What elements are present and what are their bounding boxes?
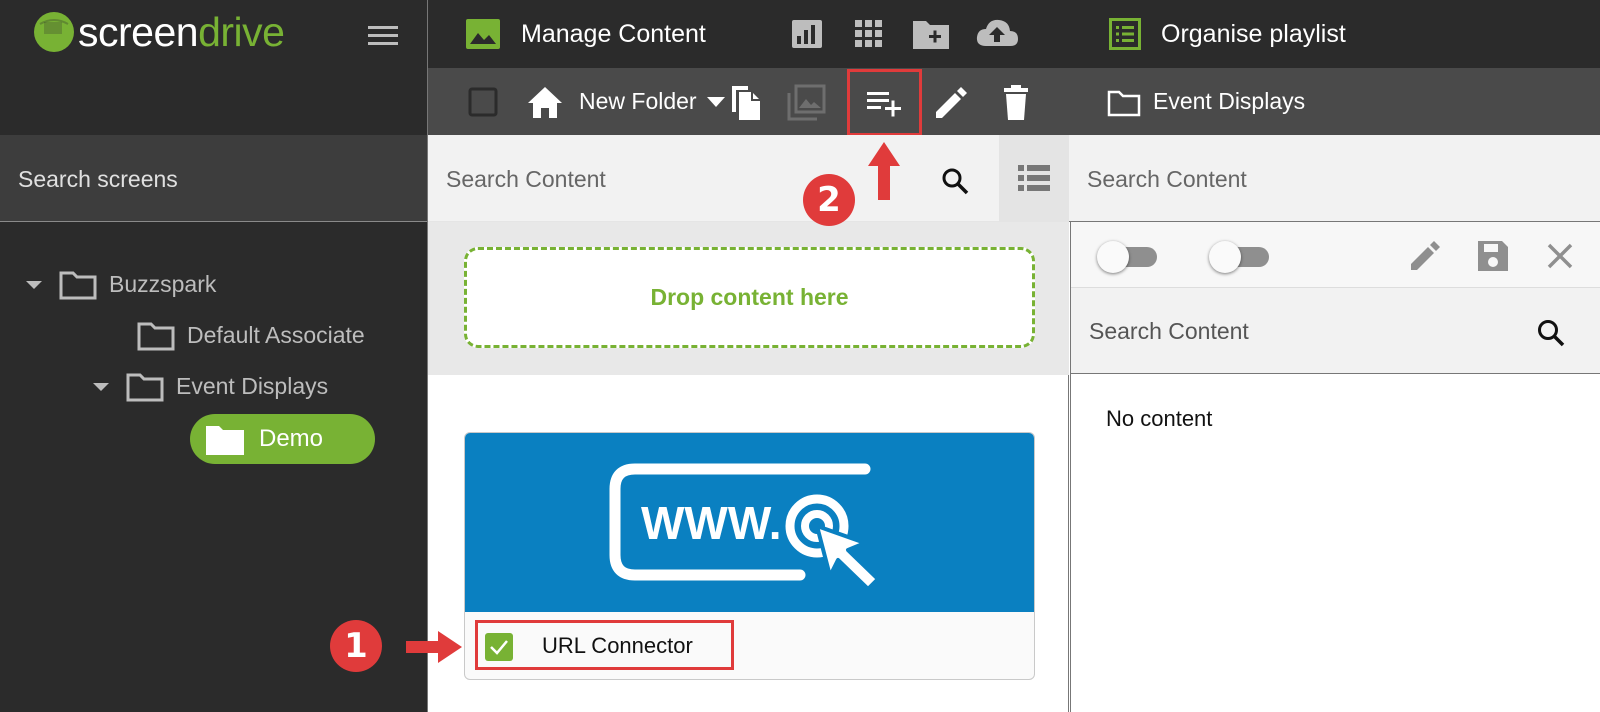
step-badge-1: 1 <box>330 620 382 672</box>
item-checkbox[interactable] <box>485 633 513 661</box>
toggle-switch[interactable] <box>1209 241 1269 273</box>
list-view-icon[interactable] <box>999 135 1070 222</box>
search-icon[interactable] <box>941 167 969 195</box>
screen-search-bar <box>0 135 427 222</box>
manage-content-panel: Manage Content New Folder Search Content… <box>427 0 1070 712</box>
caret-down-icon[interactable] <box>90 375 112 397</box>
logo-text-drive: drive <box>198 8 285 55</box>
drop-area: Drop content here <box>428 222 1070 375</box>
caret-down-icon[interactable] <box>23 273 45 295</box>
annotation-arrow-up-icon <box>868 142 900 200</box>
playlist-title: Organise playlist <box>1161 20 1346 48</box>
screen-search-input[interactable] <box>18 159 408 199</box>
tree-item-label: Default Associate <box>187 321 365 348</box>
sidebar: screendrive Buzzspark Default Associate … <box>0 0 427 712</box>
thumb-text: WWW. <box>641 497 782 549</box>
delete-trash-icon[interactable] <box>995 82 1037 122</box>
playlist-list-icon <box>1109 18 1141 50</box>
playlist-content-area: No content <box>1070 222 1600 712</box>
close-icon[interactable] <box>1542 238 1578 274</box>
playlist-breadcrumb[interactable]: Event Displays <box>1069 68 1600 135</box>
tree-item-buzzspark[interactable]: Buzzspark <box>23 262 216 306</box>
content-toolbar: New Folder <box>428 68 1070 136</box>
playlist-search-input[interactable] <box>1087 159 1567 199</box>
image-gallery-icon[interactable] <box>785 82 827 122</box>
empty-state-text: No content <box>1106 406 1213 431</box>
new-folder-breadcrumb[interactable]: New Folder <box>579 86 697 116</box>
folder-icon <box>59 271 97 300</box>
edit-pencil-icon[interactable] <box>1407 238 1443 274</box>
organise-playlist-panel: Organise playlist Event Displays Search … <box>1069 0 1600 712</box>
screendrive-logo[interactable]: screen drive <box>32 8 285 56</box>
step-badge-2: 2 <box>803 174 855 226</box>
url-connector-thumbnail: WWW. <box>465 433 1034 612</box>
copy-icon[interactable] <box>724 82 766 122</box>
playlist-toolbar <box>1071 222 1600 288</box>
www-click-icon: WWW. <box>609 463 880 591</box>
playlist-inner-search-input[interactable] <box>1089 311 1529 351</box>
annotation-arrow-right-icon <box>406 631 462 663</box>
edit-pencil-icon[interactable] <box>930 82 972 122</box>
content-card-url-connector[interactable]: WWW. URL Connector <box>464 432 1035 680</box>
manage-content-header: Manage Content <box>428 0 1070 68</box>
manage-content-title: Manage Content <box>521 20 706 48</box>
statistics-icon[interactable] <box>786 14 828 54</box>
select-all-checkbox[interactable] <box>462 82 504 122</box>
add-to-playlist-icon[interactable] <box>863 82 905 122</box>
add-folder-icon[interactable] <box>910 14 952 54</box>
folder-icon <box>137 322 175 351</box>
content-item-name: URL Connector <box>542 633 693 658</box>
folder-icon <box>206 426 244 455</box>
tree-item-default-associate[interactable]: Default Associate <box>137 313 365 357</box>
save-icon[interactable] <box>1475 238 1511 274</box>
toggle-switch[interactable] <box>1097 241 1157 273</box>
cloud-upload-icon[interactable] <box>974 14 1020 54</box>
breadcrumb-label: Event Displays <box>1153 88 1306 114</box>
drop-zone[interactable]: Drop content here <box>464 247 1035 348</box>
logo-mark-icon <box>34 12 74 52</box>
tree-item-label: Buzzspark <box>109 270 217 297</box>
image-icon <box>466 19 500 49</box>
playlist-search-bar <box>1069 135 1600 222</box>
search-icon[interactable] <box>1536 318 1566 348</box>
tree-item-event-displays[interactable]: Event Displays <box>90 364 328 408</box>
playlist-inner-search-bar <box>1071 288 1600 374</box>
folder-icon <box>1107 90 1141 117</box>
folder-icon <box>126 373 164 402</box>
caret-down-icon[interactable] <box>706 95 726 109</box>
tree-item-label: Event Displays <box>176 372 329 399</box>
tree-item-demo[interactable]: Demo <box>190 414 375 464</box>
tree-item-label: Demo <box>259 425 324 452</box>
logo-text-screen: screen <box>78 8 199 55</box>
hamburger-menu-icon[interactable] <box>364 20 400 52</box>
grid-apps-icon[interactable] <box>848 14 890 54</box>
content-search-bar <box>428 135 999 222</box>
playlist-header: Organise playlist <box>1069 0 1600 68</box>
home-icon[interactable] <box>524 82 566 122</box>
